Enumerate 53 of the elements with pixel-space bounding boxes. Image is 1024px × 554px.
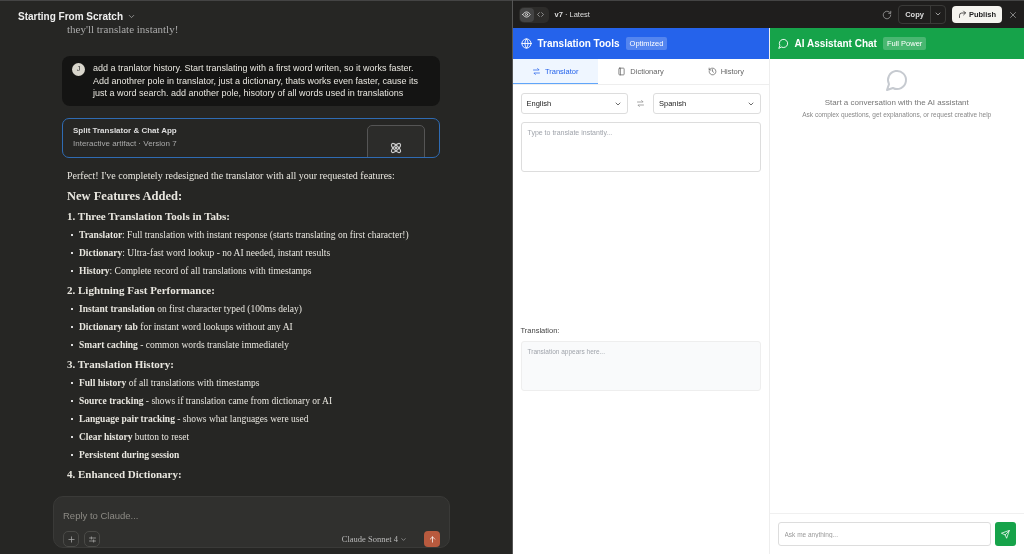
artifact-subtitle: Interactive artifact · Version 7	[73, 138, 177, 148]
chat-bubble-icon	[777, 38, 789, 49]
swap-icon	[531, 66, 541, 76]
subsection-heading: 4. Enhanced Dictionary:	[67, 467, 183, 480]
bullet-text: Instant translation on first character typed (100ms delay)	[79, 303, 302, 314]
subsection-heading: 2. Lightning Fast Performance:	[67, 283, 216, 296]
send-button[interactable]	[995, 522, 1016, 546]
empty-state-title: Start a conversation with the AI assistant	[824, 98, 969, 107]
section-heading: New Features Added:	[67, 188, 184, 204]
artifact-card[interactable]: Split Translator & Chat App Interactive artifact · Version 7	[62, 117, 440, 158]
panel-title: AI Assistant Chat	[794, 38, 877, 49]
plus-icon	[66, 534, 76, 544]
bullet-text: Dictionary: Ultra-fast word lookup - no AI needed, instant results	[79, 247, 331, 258]
conversation-title[interactable]: Starting From Scratch	[18, 10, 124, 22]
options-button[interactable]	[84, 531, 100, 547]
close-icon	[1008, 9, 1018, 20]
atom-icon	[388, 140, 403, 155]
subsection-heading: 1. Three Translation Tools in Tabs:	[67, 209, 232, 222]
bullet-text: Clear history button to reset	[79, 431, 190, 442]
swap-icon	[636, 99, 645, 108]
message-text: add a tranlator history. Start translating with a first word writen, so it works faster. Add anothrer pole in translator, just a dictionary, thats works even faster, cause its just a word search. add another pole, hisotory of all words used in translations	[93, 62, 419, 100]
message-text: they'll translate instantly!	[67, 23, 180, 35]
sliders-icon	[87, 534, 97, 544]
refresh-icon	[882, 9, 893, 20]
bullet-text: Smart caching - common words translate immediately	[79, 339, 289, 350]
globe-icon	[520, 38, 532, 49]
bullet-text: Full history of all translations with timestamps	[79, 377, 260, 388]
arrow-up-icon	[427, 534, 437, 544]
artifact-title: Split Translator & Chat App	[73, 125, 177, 135]
bullet-text: Language pair tracking - shows what languages were used	[79, 413, 309, 424]
eye-icon	[522, 10, 531, 19]
chat-bubble-icon	[884, 68, 909, 92]
bullet-text: History: Complete record of all translations with timestamps	[79, 265, 312, 276]
bullet-text: Translator: Full translation with instant response (starts translating on first character!)	[79, 229, 409, 240]
panel-title: Translation Tools	[537, 38, 620, 49]
history-icon	[707, 66, 717, 76]
share-arrow-icon	[957, 10, 967, 19]
model-selector[interactable]: Claude Sonnet 4	[335, 533, 413, 545]
bullet-text: Source tracking - shows if translation came from dictionary or AI	[79, 395, 333, 406]
refresh-button[interactable]	[882, 9, 893, 20]
reply-field[interactable]: Reply to Claude...	[63, 510, 363, 521]
send-button[interactable]	[424, 531, 440, 547]
view-tab[interactable]	[519, 7, 534, 22]
chevron-down-icon	[400, 535, 407, 543]
add-button[interactable]	[63, 531, 79, 547]
book-icon	[617, 66, 627, 76]
bullet-text: Persistent during session	[79, 449, 180, 460]
subsection-heading: 3. Translation History:	[67, 357, 175, 370]
response-paragraph: Perfect! I've completely redesigned the translator with all your requested features:	[67, 169, 396, 181]
close-button[interactable]	[1008, 9, 1018, 20]
bullet-text: Dictionary tab for instant word lookups without any AI	[79, 321, 293, 332]
code-icon	[536, 10, 545, 19]
send-icon	[1001, 529, 1010, 539]
